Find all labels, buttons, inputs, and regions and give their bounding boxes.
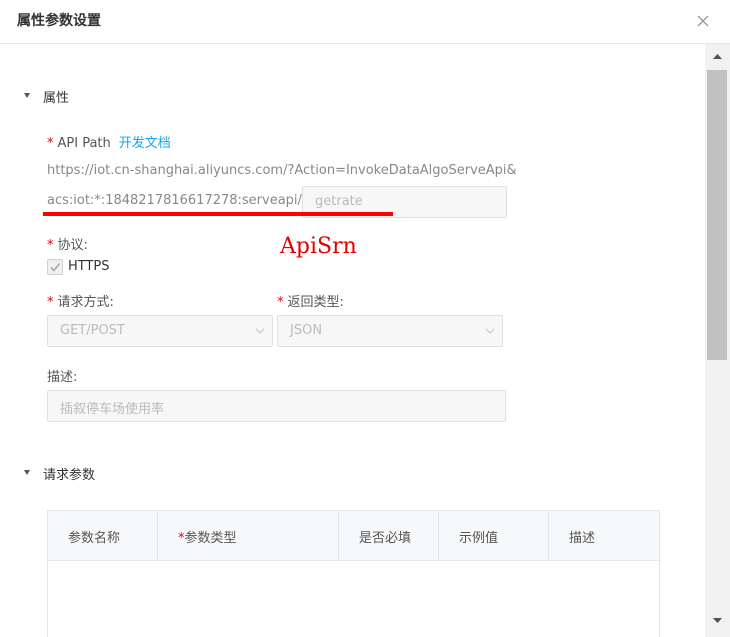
column-header-example: 示例值 — [439, 511, 549, 560]
response-type-select[interactable]: JSON — [277, 315, 503, 347]
section-collapse-caret-icon[interactable] — [24, 93, 30, 98]
section-request-params-label[interactable]: 请求参数 — [43, 464, 95, 483]
dev-docs-link[interactable]: 开发文档 — [119, 136, 171, 151]
response-type-label-text: 返回类型: — [287, 295, 344, 310]
attribute-settings-dialog: 属性参数设置 属性 * API Path 开发文档 https://iot.cn-s… — [0, 0, 730, 637]
required-mark: * — [47, 136, 54, 151]
column-header-description: 描述 — [569, 531, 596, 546]
section-attributes-label[interactable]: 属性 — [43, 87, 69, 106]
required-mark: * — [47, 238, 54, 253]
description-input[interactable]: 插叙停车场使用率 — [47, 390, 506, 422]
column-header-param-name: 参数名称 — [48, 511, 158, 560]
api-path-label-text: API Path — [57, 136, 111, 151]
request-method-select[interactable]: GET/POST — [47, 315, 273, 347]
response-type-value: JSON — [290, 323, 323, 338]
scroll-up-arrow-icon[interactable] — [705, 48, 730, 64]
request-params-table: 参数名称 *参数类型 是否必填 示例值 描述 — [47, 510, 660, 637]
response-type-label: * 返回类型: — [277, 291, 344, 310]
chevron-down-icon — [254, 325, 266, 341]
dialog-header: 属性参数设置 — [0, 0, 730, 44]
api-url-line1: https://iot.cn-shanghai.aliyuncs.com/?Ac… — [47, 163, 517, 178]
https-checkbox[interactable] — [47, 259, 63, 275]
table-header: 参数名称 *参数类型 是否必填 示例值 描述 — [48, 511, 659, 561]
apisrn-annotation: ApiSrn — [280, 234, 357, 259]
section-collapse-caret-icon[interactable] — [24, 470, 30, 475]
required-mark: * — [47, 295, 54, 310]
required-mark: * — [277, 295, 284, 310]
dialog-title: 属性参数设置 — [17, 13, 101, 29]
request-method-label-text: 请求方式: — [57, 295, 114, 310]
column-header-param-type-text: 参数类型 — [184, 531, 237, 546]
protocol-label-text: 协议: — [57, 238, 88, 253]
vertical-scrollbar[interactable] — [705, 44, 730, 637]
api-path-label: * API Path 开发文档 — [47, 132, 171, 151]
scrollbar-thumb[interactable] — [707, 70, 727, 360]
request-method-label: * 请求方式: — [47, 291, 114, 310]
protocol-label: * 协议: — [47, 234, 88, 253]
description-label: 描述: — [47, 370, 78, 385]
red-underline-annotation — [43, 212, 393, 216]
scroll-down-arrow-icon[interactable] — [705, 613, 730, 629]
api-url-prefix: acs:iot:*:1848217816617278:serveapi/ — [47, 193, 302, 208]
request-method-value: GET/POST — [60, 323, 125, 338]
column-header-required: 是否必填 — [339, 511, 439, 560]
close-icon[interactable] — [694, 12, 712, 30]
column-header-param-type: *参数类型 — [158, 511, 339, 560]
https-checkbox-label[interactable]: HTTPS — [68, 259, 110, 274]
chevron-down-icon — [484, 325, 496, 341]
